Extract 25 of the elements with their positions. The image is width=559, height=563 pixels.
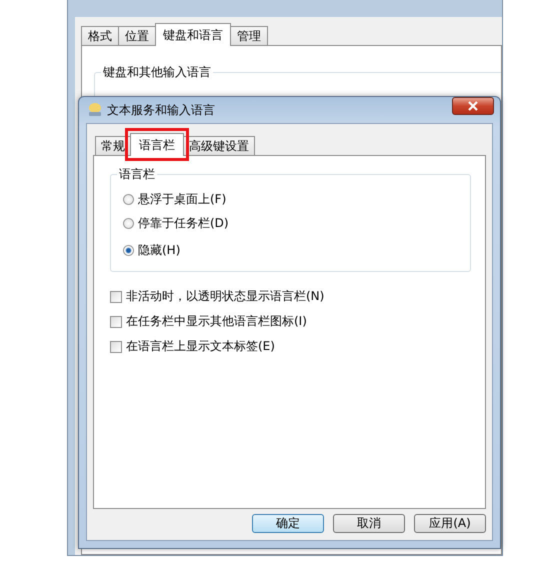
checkbox[interactable] <box>110 290 122 302</box>
dialog-button[interactable]: 取消 <box>333 514 405 533</box>
radio-button[interactable] <box>123 244 134 256</box>
tab[interactable]: 键盘和语言 <box>155 23 231 46</box>
dialog-title: 文本服务和输入语言 <box>107 102 216 118</box>
tab[interactable]: 高级键设置 <box>183 136 255 155</box>
radio-label: 停靠于任务栏(D) <box>138 214 229 232</box>
dialog-button[interactable]: 应用(A) <box>414 514 486 533</box>
radio-button[interactable] <box>123 218 134 228</box>
group-title: 语言栏 <box>117 167 157 182</box>
checkbox-label: 非活动时，以透明状态显示语言栏(N) <box>126 288 324 305</box>
group-title: 键盘和其他输入语言 <box>101 65 213 80</box>
dialog-button[interactable]: 确定 <box>252 514 324 533</box>
tab[interactable]: 管理 <box>230 26 268 45</box>
radio-button[interactable] <box>123 194 134 204</box>
radio-label: 隐藏(H) <box>138 242 180 258</box>
radio-label: 悬浮于桌面上(F) <box>138 190 226 208</box>
checkbox[interactable] <box>110 340 122 352</box>
close-button[interactable] <box>452 97 494 115</box>
checkbox-label: 在语言栏上显示文本标签(E) <box>126 338 275 355</box>
checkbox[interactable] <box>110 316 122 328</box>
close-icon <box>468 101 478 111</box>
tab[interactable]: 位置 <box>118 26 156 45</box>
checkbox-label: 在任务栏中显示其他语言栏图标(I) <box>126 313 307 330</box>
tab[interactable]: 格式 <box>81 26 119 45</box>
